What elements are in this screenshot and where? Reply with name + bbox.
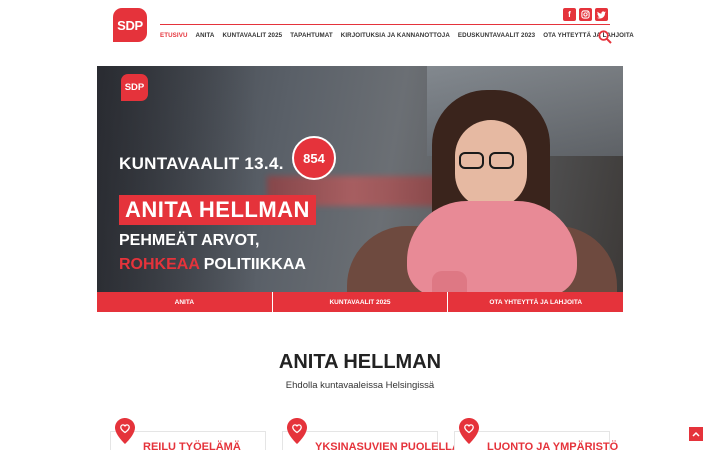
chevron-up-icon	[692, 431, 700, 437]
hero-button-ota-yhteytta[interactable]: OTA YHTEYTTÄ JA LAHJOITA	[448, 292, 624, 312]
page-subtitle: Ehdolla kuntavaaleissa Helsingissä	[285, 380, 435, 391]
nav-item-kirjoituksia[interactable]: KIRJOITUKSIA JA KANNANOTTOJA	[341, 32, 450, 39]
nav-item-eduskuntavaalit[interactable]: EDUSKUNTAVAALIT 2023	[458, 32, 535, 39]
instagram-icon[interactable]	[579, 8, 592, 21]
search-icon[interactable]	[598, 30, 612, 44]
nav-item-tapahtumat[interactable]: TAPAHTUMAT	[290, 32, 333, 39]
hero-banner: SDP KUNTAVAALIT 13.4. 854 ANITA HELLMAN …	[97, 66, 623, 292]
topic-card-title: LUONTO JA YMPÄRISTÖ	[487, 441, 619, 450]
nav-item-anita[interactable]: ANITA	[196, 32, 215, 39]
candidate-number-badge: 854	[292, 136, 336, 180]
slogan-line-1: PEHMEÄT ARVOT,	[119, 232, 260, 249]
main-nav: ETUSIVU ANITA KUNTAVAALIT 2025 TAPAHTUMA…	[160, 32, 634, 39]
candidate-name-banner: ANITA HELLMAN	[119, 195, 316, 225]
candidate-photo	[337, 86, 623, 292]
facebook-icon[interactable]: f	[563, 8, 576, 21]
topic-card-yksinasuvien-puolella[interactable]: YKSINASUVIEN PUOLELLA	[282, 418, 460, 450]
nav-divider	[160, 24, 610, 25]
heart-pin-icon	[115, 418, 135, 444]
slogan-line-2: ROHKEAA POLITIIKKAA	[119, 256, 306, 274]
nav-item-kuntavaalit[interactable]: KUNTAVAALIT 2025	[222, 32, 282, 39]
sdp-logo[interactable]: SDP	[113, 8, 147, 42]
nav-item-etusivu[interactable]: ETUSIVU	[160, 32, 188, 39]
scroll-to-top-button[interactable]	[689, 427, 703, 441]
nav-item-ota-yhteytta[interactable]: OTA YHTEYTTÄ JA LAHJOITA	[543, 32, 634, 39]
hero-buttons: ANITA KUNTAVAALIT 2025 OTA YHTEYTTÄ JA L…	[97, 292, 624, 312]
topic-card-title: YKSINASUVIEN PUOLELLA	[315, 441, 460, 450]
topic-card-title: REILU TYÖELÄMÄ	[143, 441, 241, 450]
topic-card-reilu-tyoelama[interactable]: REILU TYÖELÄMÄ	[110, 418, 266, 450]
social-links: f	[563, 8, 608, 21]
hero-sdp-logo: SDP	[121, 74, 148, 101]
hero-button-anita[interactable]: ANITA	[97, 292, 272, 312]
twitter-icon[interactable]	[595, 8, 608, 21]
slogan-highlight: ROHKEAA	[119, 256, 200, 273]
hero-button-kuntavaalit[interactable]: KUNTAVAALIT 2025	[272, 292, 448, 312]
page-title: ANITA HELLMAN	[278, 351, 442, 373]
campaign-date: KUNTAVAALIT 13.4.	[119, 154, 284, 173]
heart-pin-icon	[287, 418, 307, 444]
site-header: SDP ETUSIVU ANITA KUNTAVAALIT 2025 TAPAH…	[0, 0, 720, 62]
topic-card-luonto-ja-ymparisto[interactable]: LUONTO JA YMPÄRISTÖ	[454, 418, 618, 450]
slogan-rest: POLITIIKKAA	[203, 256, 306, 273]
heart-pin-icon	[459, 418, 479, 444]
